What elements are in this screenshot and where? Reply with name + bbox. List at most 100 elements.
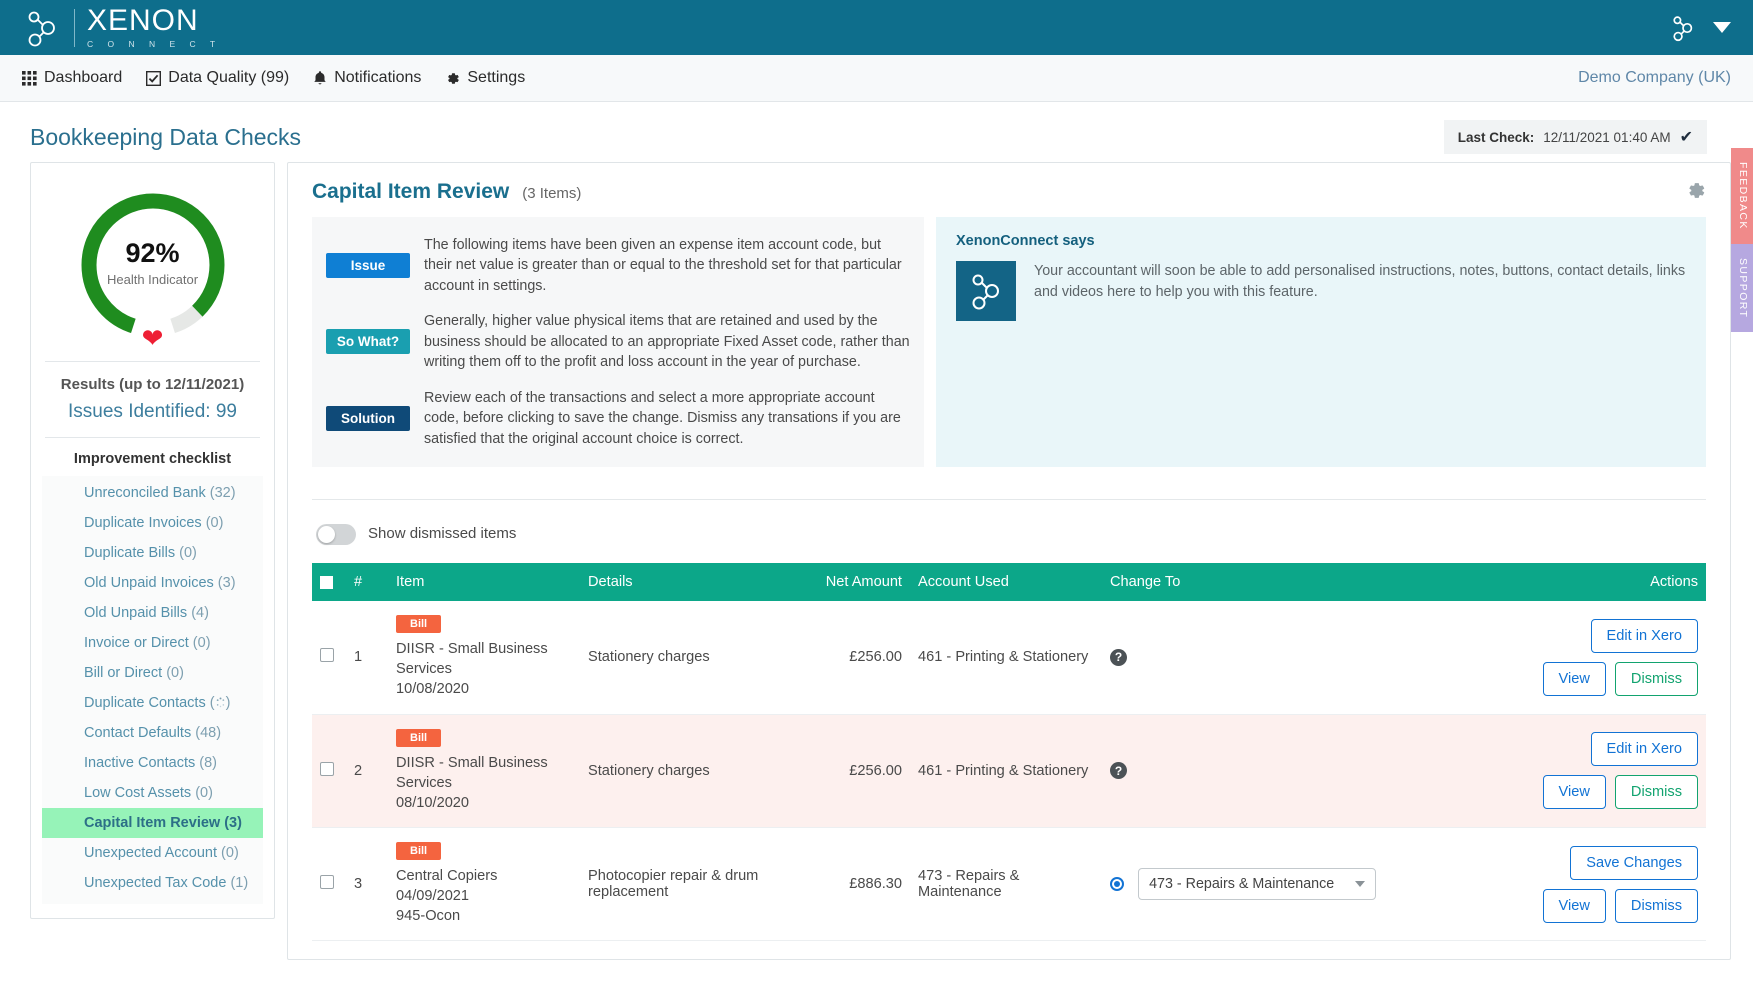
sidebar-item-count: (3)	[217, 575, 236, 591]
column-net-amount: Net Amount	[798, 563, 910, 602]
issues-identified[interactable]: Issues Identified: 99	[31, 399, 274, 437]
sidebar-item-count: (32)	[209, 485, 236, 501]
account-node-icon[interactable]	[1669, 14, 1697, 42]
view-button[interactable]: View	[1542, 888, 1606, 923]
sidebar-item-label: Low Cost Assets	[84, 785, 192, 801]
sidebar-item-unreconciled-bank[interactable]: Unreconciled Bank (32)	[42, 478, 263, 508]
sidebar-item-duplicate-bills[interactable]: Duplicate Bills (0)	[42, 538, 263, 568]
chevron-down-icon[interactable]	[1713, 22, 1731, 33]
sidebar-item-count: ()	[209, 695, 231, 711]
explanation-solution: Solution Review each of the transactions…	[326, 388, 910, 449]
sidebar-item-old-unpaid-invoices[interactable]: Old Unpaid Invoices (3)	[42, 568, 263, 598]
show-dismissed-label: Show dismissed items	[368, 524, 517, 542]
sidebar-item-inactive-contacts[interactable]: Inactive Contacts (8)	[42, 748, 263, 778]
badge-issue: Issue	[326, 253, 410, 279]
sidebar-item-label: Capital Item Review	[84, 815, 221, 831]
edit-in-xero-button[interactable]: Edit in Xero	[1590, 618, 1698, 653]
dismiss-button[interactable]: Dismiss	[1614, 775, 1698, 810]
edit-in-xero-button[interactable]: Edit in Xero	[1590, 732, 1698, 767]
radio-selected-icon[interactable]	[1110, 877, 1124, 892]
explanation-box: Issue The following items have been give…	[312, 217, 924, 467]
explanation-issue: Issue The following items have been give…	[326, 235, 910, 296]
sidebar-item-label: Inactive Contacts	[84, 755, 196, 771]
logo-subtitle: C O N N E C T	[87, 39, 222, 50]
bell-icon	[313, 70, 327, 86]
dismiss-button[interactable]: Dismiss	[1614, 888, 1698, 923]
sidebar-item-label: Contact Defaults	[84, 725, 192, 741]
sidebar-item-count: (8)	[199, 755, 217, 771]
row-index: 3	[346, 827, 388, 942]
capital-item-review-panel: Capital Item Review (3 Items) Issue The …	[287, 162, 1731, 961]
checkbox-icon[interactable]	[320, 575, 333, 589]
nav-item-notifications[interactable]: Notifications	[313, 69, 421, 87]
row-item-cell: Bill DIISR - Small Business Services 08/…	[388, 714, 580, 828]
gear-icon[interactable]	[1685, 180, 1706, 205]
sidebar-item-unexpected-tax-code[interactable]: Unexpected Tax Code (1)	[42, 868, 263, 898]
type-badge: Bill	[396, 728, 442, 747]
sidebar-item-label: Invoice or Direct	[84, 635, 189, 651]
nav-item-dashboard[interactable]: Dashboard	[22, 69, 122, 87]
checkbox-icon[interactable]	[320, 875, 334, 890]
table-row: 1 Bill DIISR - Small Business Services 1…	[312, 601, 1706, 715]
health-gauge: 92% Health Indicator ❤	[73, 185, 233, 351]
last-check-value: 12/11/2021 01:40 AM	[1543, 129, 1671, 145]
row-item-cell: Bill Central Copiers 04/09/2021 945-Ocon	[388, 827, 580, 942]
company-selector[interactable]: Demo Company (UK)	[1578, 69, 1731, 87]
question-mark-icon[interactable]: ?	[1110, 762, 1127, 780]
sidebar-item-label: Old Unpaid Invoices	[84, 575, 214, 591]
last-check-label: Last Check:	[1457, 129, 1535, 145]
sidebar-item-count: (0)	[205, 515, 224, 531]
sidebar-item-contact-defaults[interactable]: Contact Defaults (48)	[42, 718, 263, 748]
item-date: 08/10/2020	[396, 794, 470, 811]
nav-item-settings[interactable]: Settings	[445, 69, 525, 87]
sidebar-item-capital-item-review[interactable]: Capital Item Review (3)	[42, 808, 263, 838]
sidebar-item-label: Duplicate Contacts	[84, 695, 206, 711]
sidebar-item-duplicate-invoices[interactable]: Duplicate Invoices (0)	[42, 508, 263, 538]
chevron-down-icon	[1355, 881, 1366, 888]
view-button[interactable]: View	[1542, 775, 1606, 810]
page-title: Bookkeeping Data Checks	[30, 123, 302, 150]
row-net-amount: £256.00	[798, 601, 910, 715]
explanation-issue-text: The following items have been given an e…	[424, 237, 902, 294]
app-logo[interactable]: XENON C O N N E C T	[22, 6, 221, 49]
checklist-title: Improvement checklist	[73, 451, 232, 467]
support-tab[interactable]: SUPPORT	[1731, 243, 1753, 333]
sidebar-item-invoice-or-direct[interactable]: Invoice or Direct (0)	[42, 628, 263, 658]
sidebar-item-unexpected-account[interactable]: Unexpected Account (0)	[42, 838, 263, 868]
sidebar-item-count: (3)	[224, 815, 242, 831]
sidebar-item-bill-or-direct[interactable]: Bill or Direct (0)	[42, 658, 263, 688]
last-check-status: Last Check: 12/11/2021 01:40 AM ✔	[1443, 120, 1707, 154]
panel-item-count: (3 Items)	[522, 185, 582, 202]
item-reference: 945-Ocon	[396, 908, 461, 925]
logo-wordmark: XENON	[87, 4, 199, 38]
checkbox-icon[interactable]	[320, 761, 334, 776]
sidebar-item-low-cost-assets[interactable]: Low Cost Assets (0)	[42, 778, 263, 808]
edge-tab-strip: FEEDBACK SUPPORT	[1731, 148, 1753, 333]
sidebar-item-count: (48)	[195, 725, 222, 741]
save-changes-button[interactable]: Save Changes	[1570, 845, 1698, 880]
feedback-tab[interactable]: FEEDBACK	[1731, 148, 1753, 244]
check-tick-icon: ✔	[1679, 129, 1693, 146]
row-actions: Edit in Xero View Dismiss	[1390, 601, 1706, 715]
table-header-row: # Item Details Net Amount Account Used C…	[312, 563, 1706, 602]
nav-label-notifications: Notifications	[334, 69, 422, 86]
checkbox-icon[interactable]	[320, 648, 334, 663]
main-nav: Dashboard Data Quality (99) Notification…	[0, 55, 1753, 102]
row-net-amount: £256.00	[798, 714, 910, 828]
question-mark-icon[interactable]: ?	[1110, 648, 1127, 666]
row-select-cell	[312, 601, 346, 715]
sidebar-item-duplicate-contacts[interactable]: Duplicate Contacts ()	[42, 688, 263, 718]
row-change-to: 473 - Repairs & Maintenance	[1102, 827, 1390, 942]
sidebar-item-old-unpaid-bills[interactable]: Old Unpaid Bills (4)	[42, 598, 263, 628]
type-badge: Bill	[396, 615, 442, 634]
gear-icon	[445, 71, 460, 86]
row-select-cell	[312, 827, 346, 942]
show-dismissed-toggle[interactable]	[316, 523, 356, 545]
grid-icon	[22, 70, 37, 86]
row-change-to: ?	[1102, 601, 1390, 715]
account-code-select[interactable]: 473 - Repairs & Maintenance	[1138, 868, 1377, 901]
logo-divider	[74, 8, 75, 47]
view-button[interactable]: View	[1542, 661, 1606, 696]
nav-item-data-quality[interactable]: Data Quality (99)	[146, 69, 289, 87]
dismiss-button[interactable]: Dismiss	[1614, 661, 1698, 696]
